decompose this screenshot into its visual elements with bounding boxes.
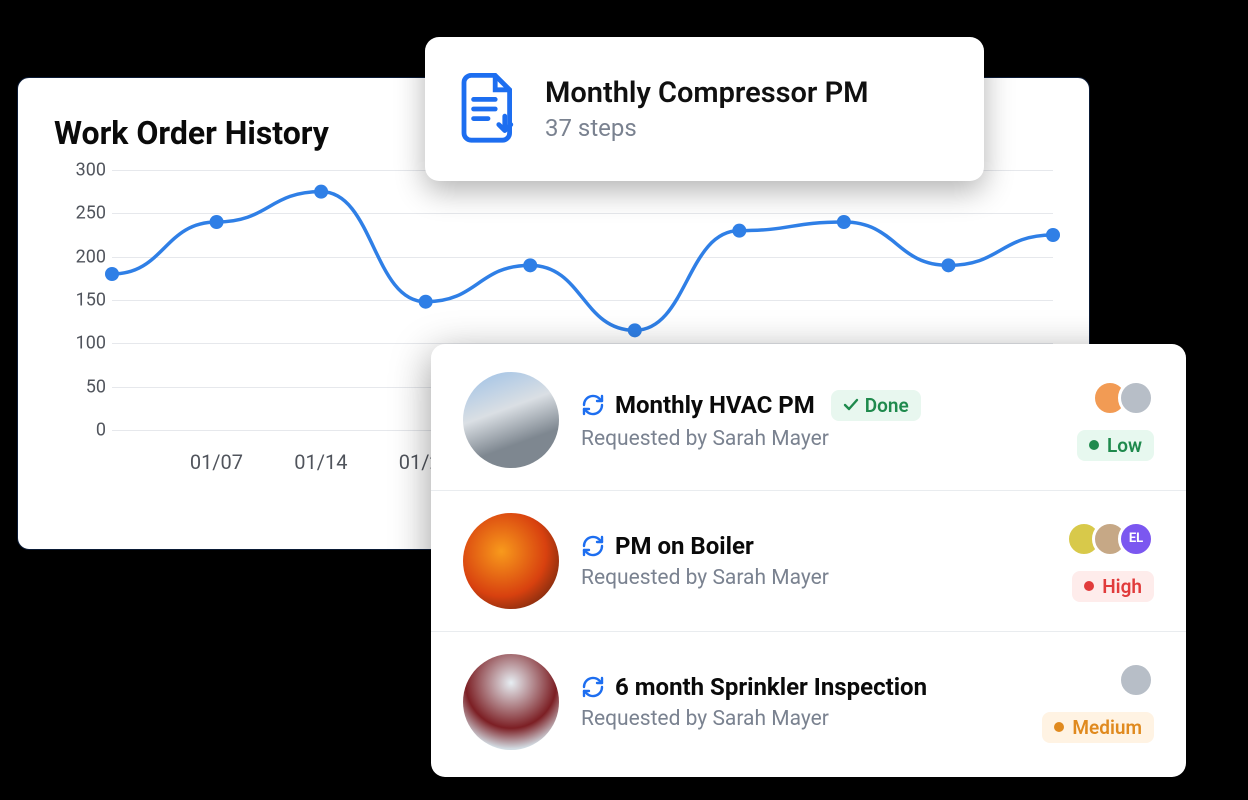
status-badge: Done <box>831 390 921 421</box>
avatar <box>1118 662 1154 698</box>
priority-badge: High <box>1072 571 1154 602</box>
avatar <box>1118 380 1154 416</box>
procedure-title: Monthly Compressor PM <box>545 76 869 110</box>
avatar: EL <box>1118 521 1154 557</box>
y-tick: 200 <box>54 246 106 267</box>
task-row[interactable]: 6 month Sprinkler Inspection Requested by… <box>431 632 1186 772</box>
task-list-card: Monthly HVAC PM Done Requested by Sarah Ma… <box>431 344 1186 777</box>
x-tick: 01/14 <box>294 450 347 474</box>
task-title: 6 month Sprinkler Inspection <box>615 673 927 701</box>
procedure-subtitle: 37 steps <box>545 114 869 142</box>
y-tick: 300 <box>54 160 106 181</box>
task-requester: Requested by Sarah Mayer <box>581 707 1020 731</box>
y-tick: 0 <box>54 420 106 441</box>
assignee-avatars: EL <box>1066 521 1154 557</box>
assignee-avatars <box>1118 662 1154 698</box>
recurring-icon <box>581 675 605 699</box>
y-tick: 50 <box>54 376 106 397</box>
y-tick: 150 <box>54 290 106 311</box>
task-requester: Requested by Sarah Mayer <box>581 566 1044 590</box>
task-row[interactable]: Monthly HVAC PM Done Requested by Sarah Ma… <box>431 350 1186 491</box>
priority-badge: Medium <box>1042 712 1154 743</box>
document-download-icon <box>459 73 517 145</box>
task-title: PM on Boiler <box>615 532 754 560</box>
task-title: Monthly HVAC PM <box>615 391 815 419</box>
x-tick: 01/07 <box>190 450 243 474</box>
recurring-icon <box>581 393 605 417</box>
task-requester: Requested by Sarah Mayer <box>581 427 1055 451</box>
y-tick: 250 <box>54 203 106 224</box>
recurring-icon <box>581 534 605 558</box>
assignee-avatars <box>1092 380 1154 416</box>
y-tick: 100 <box>54 333 106 354</box>
task-row[interactable]: PM on Boiler Requested by Sarah Mayer EL Hi… <box>431 491 1186 632</box>
task-thumbnail <box>463 513 559 609</box>
priority-badge: Low <box>1077 430 1154 461</box>
procedure-card[interactable]: Monthly Compressor PM 37 steps <box>425 37 984 181</box>
task-thumbnail <box>463 372 559 468</box>
task-thumbnail <box>463 654 559 750</box>
